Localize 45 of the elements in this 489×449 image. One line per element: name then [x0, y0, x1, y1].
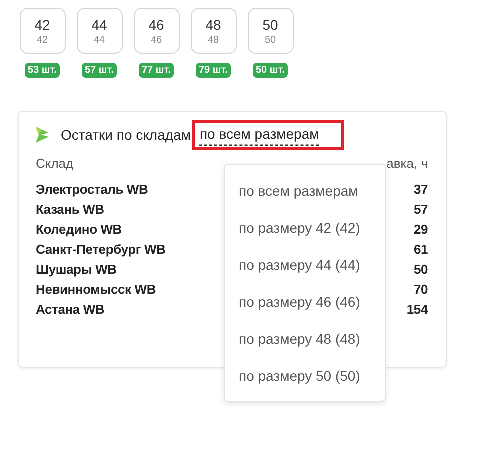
size-sublabel: 46	[150, 34, 162, 46]
size-option[interactable]: 46 46	[134, 8, 180, 54]
warehouse-name: Астана WB	[36, 302, 105, 317]
column-header: авка, ч	[386, 156, 428, 171]
table-cell: 57	[414, 202, 428, 217]
logo-icon	[36, 127, 49, 143]
size-label: 50	[262, 16, 278, 32]
size-label: 46	[148, 16, 164, 32]
table-cell: 29	[414, 222, 428, 237]
table-cell: 70	[414, 282, 428, 297]
size-label: 48	[206, 16, 222, 32]
table-cell: 37	[414, 182, 428, 197]
size-option[interactable]: 50 50	[248, 8, 294, 54]
size-sublabel: 42	[36, 34, 48, 46]
stock-badge: 53 шт.	[24, 63, 60, 78]
menu-item[interactable]: по размеру 50 (50)	[225, 358, 385, 395]
size-option[interactable]: 44 44	[76, 8, 122, 54]
warehouse-name: Казань WB	[36, 202, 104, 217]
size-filter-dropdown[interactable]: по всем размерам	[192, 120, 344, 150]
column-header: Склад	[36, 156, 74, 171]
stock-badge: 50 шт.	[252, 63, 288, 78]
menu-item[interactable]: по всем размерам	[225, 173, 385, 210]
warehouse-name: Невинномысск WB	[36, 282, 156, 297]
size-option[interactable]: 42 42	[20, 8, 66, 54]
stock-badge: 77 шт.	[138, 63, 174, 78]
stock-badge: 57 шт.	[82, 63, 118, 78]
menu-item[interactable]: по размеру 48 (48)	[225, 321, 385, 358]
table-cell: 50	[414, 262, 428, 277]
size-option[interactable]: 48 48	[190, 8, 236, 54]
card-title: Остатки по складам	[61, 127, 191, 143]
table-cell: 61	[414, 242, 428, 257]
warehouse-name: Шушары WB	[36, 262, 117, 277]
menu-item[interactable]: по размеру 44 (44)	[225, 247, 385, 284]
size-sublabel: 48	[208, 34, 220, 46]
size-label: 42	[34, 16, 50, 32]
stock-badge: 79 шт.	[196, 63, 232, 78]
size-sublabel: 50	[264, 34, 276, 46]
menu-item[interactable]: по размеру 42 (42)	[225, 210, 385, 247]
warehouse-name: Электросталь WB	[36, 182, 148, 197]
size-label: 44	[92, 16, 108, 32]
table-cell: 154	[406, 302, 428, 317]
size-sublabel: 44	[94, 34, 106, 46]
menu-item[interactable]: по размеру 46 (46)	[225, 284, 385, 321]
warehouse-name: Санкт-Петербург WB	[36, 242, 166, 257]
warehouse-name: Коледино WB	[36, 222, 122, 237]
